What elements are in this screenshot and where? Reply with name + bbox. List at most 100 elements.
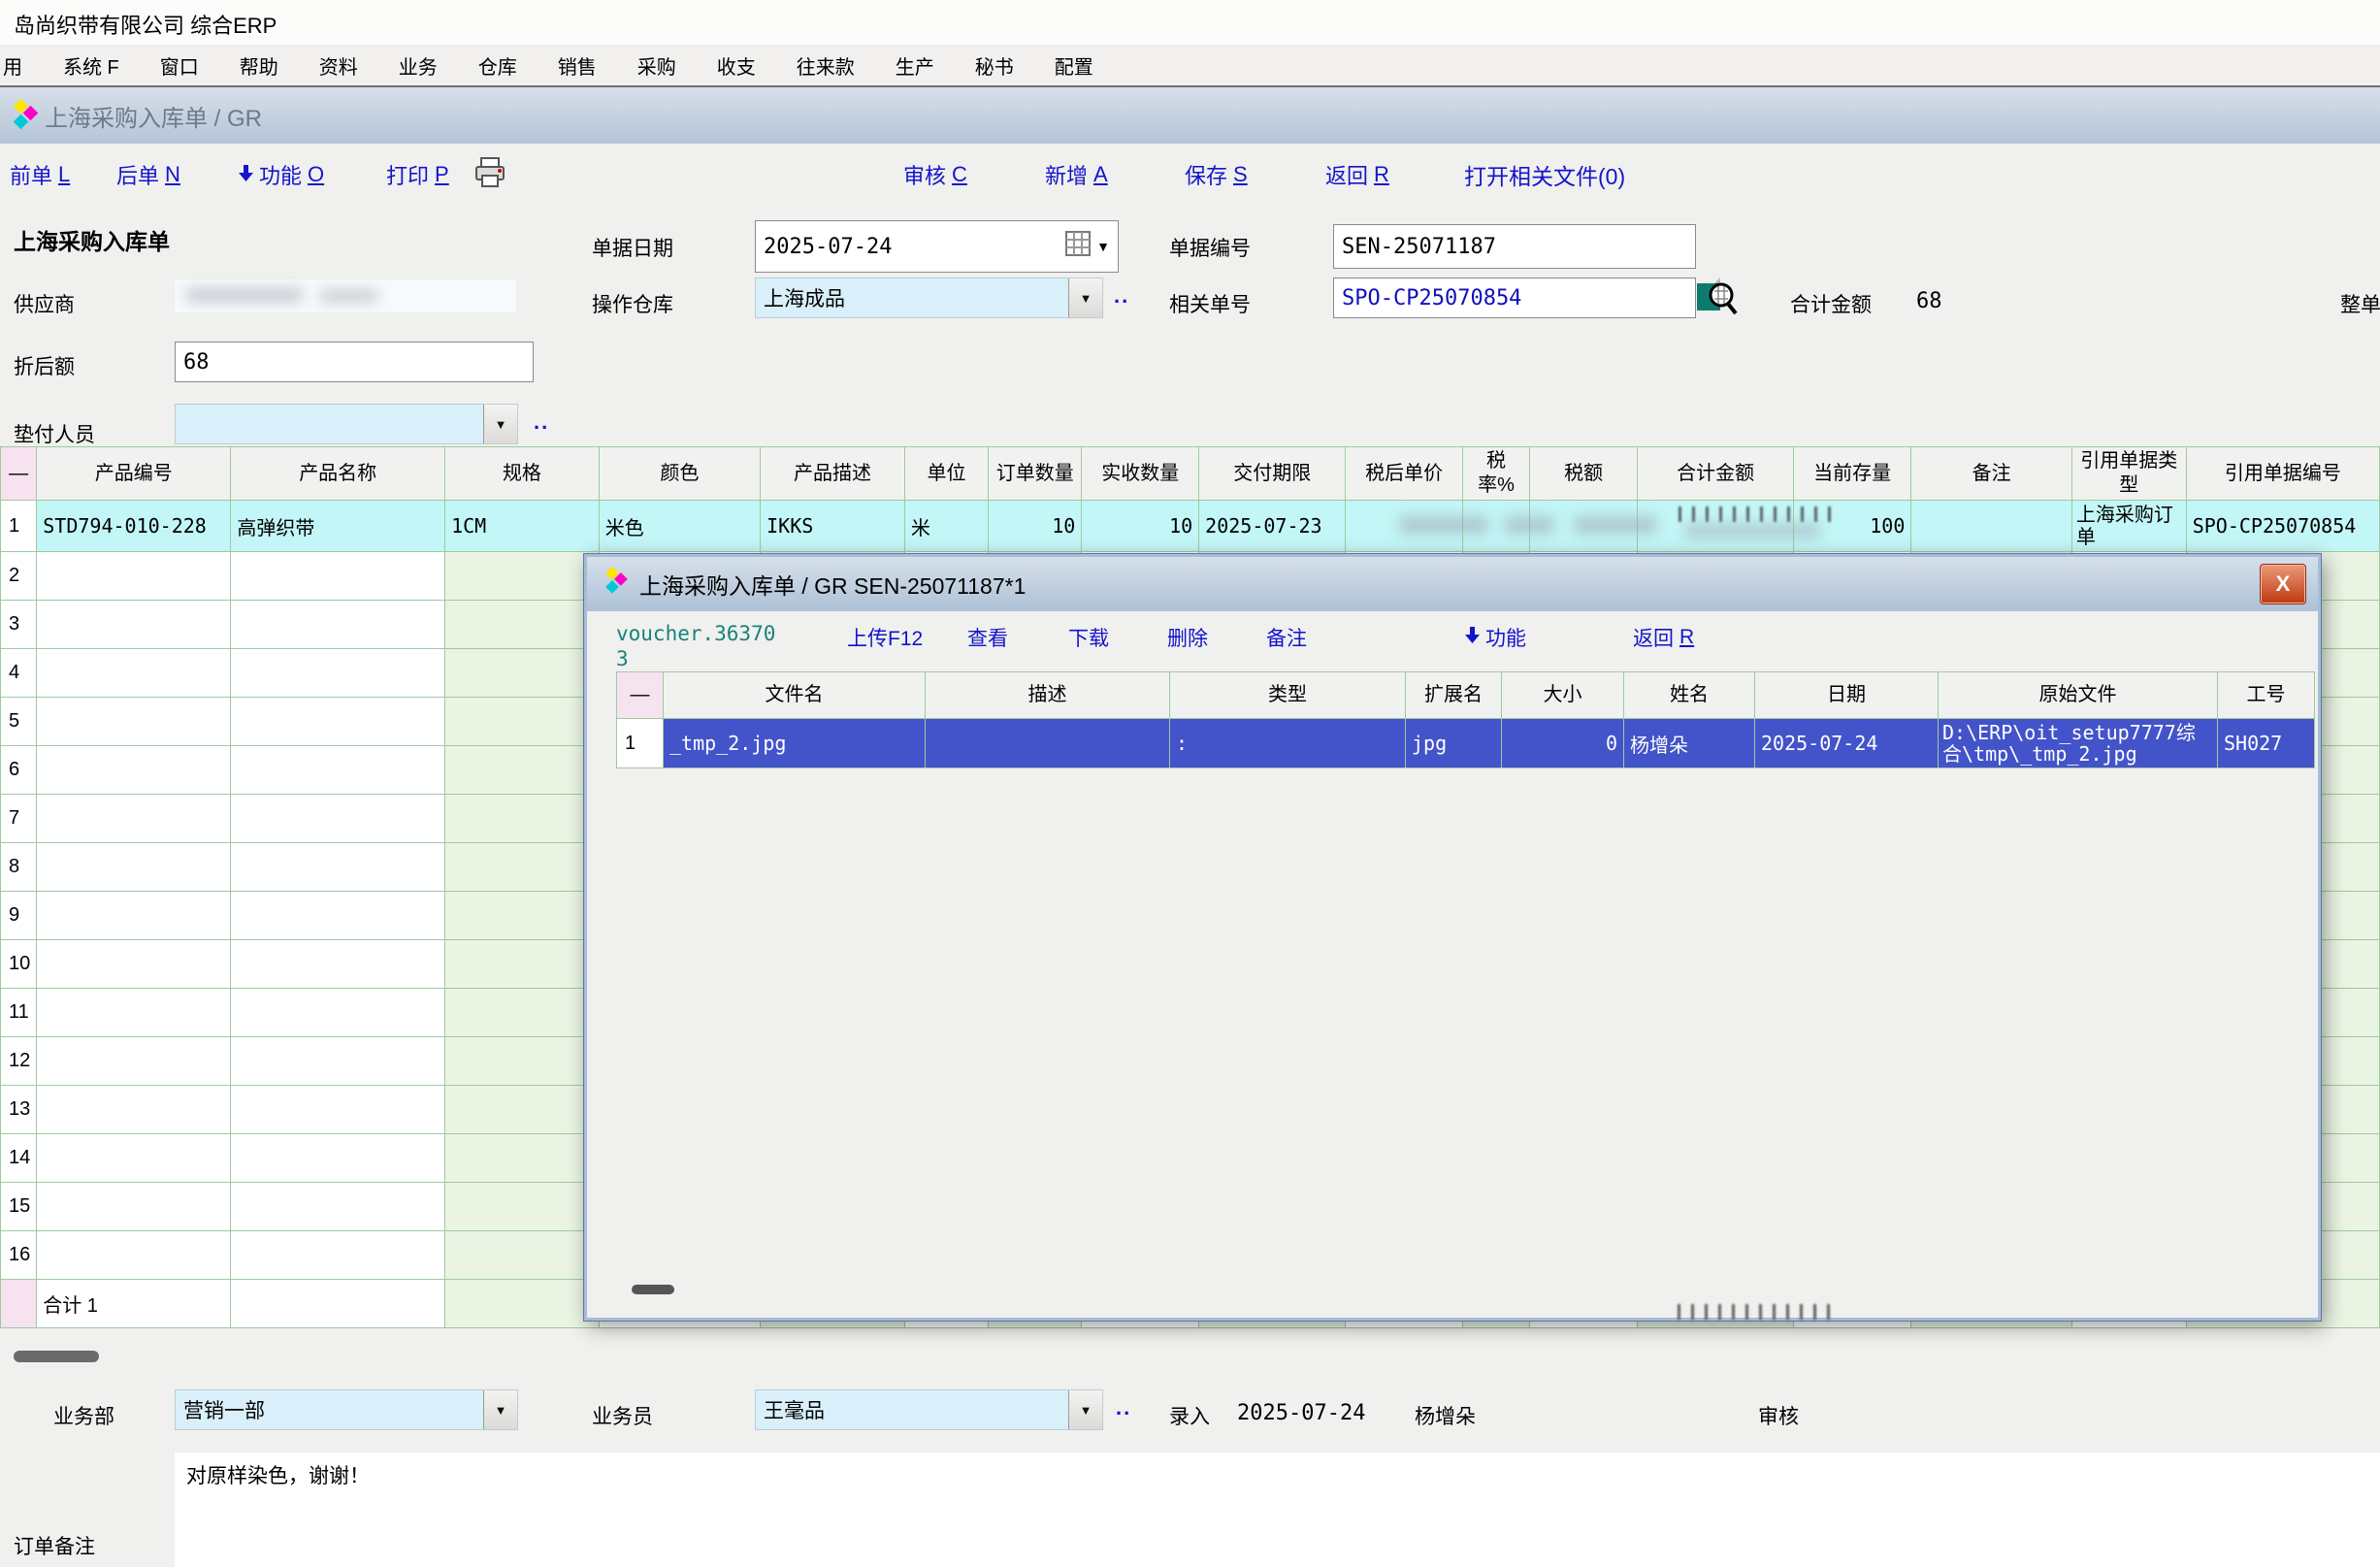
menu-item-6[interactable]: 业务 — [378, 51, 458, 80]
items-cell[interactable] — [37, 552, 231, 601]
attachments-cell[interactable]: D:\ERP\oit_setup7777综合\tmp\_tmp_2.jpg — [1939, 719, 2218, 768]
items-cell[interactable] — [37, 1037, 231, 1086]
items-cell[interactable] — [445, 795, 600, 843]
save-button[interactable]: 保存S — [1185, 159, 1248, 190]
attachments-cell[interactable]: _tmp_2.jpg — [664, 719, 926, 768]
menu-item-8[interactable]: 销售 — [538, 51, 617, 80]
attachments-cell[interactable] — [926, 719, 1170, 768]
grid-hscroll-thumb[interactable] — [14, 1351, 99, 1362]
items-cell[interactable]: SPO-CP25070854 — [2186, 501, 2379, 552]
salesperson-combo[interactable]: 王毫品 ▼ — [755, 1389, 1103, 1430]
row-number[interactable]: 14 — [1, 1134, 37, 1183]
open-related-files-button[interactable]: 打开相关文件(0) — [1464, 158, 1625, 191]
calendar-icon[interactable] — [1065, 231, 1091, 262]
attachments-cell[interactable]: SH027 — [2218, 719, 2315, 768]
view-button[interactable]: 查看 — [967, 623, 1008, 652]
items-cell[interactable]: 高弹织带 — [231, 501, 445, 552]
items-cell[interactable] — [231, 1231, 445, 1280]
warehouse-browse-button[interactable]: .. — [1114, 283, 1129, 309]
row-number[interactable]: 6 — [1, 746, 37, 795]
items-cell[interactable] — [37, 989, 231, 1037]
items-cell[interactable]: 10 — [1082, 501, 1199, 552]
menu-item-13[interactable]: 秘书 — [955, 51, 1034, 80]
items-cell[interactable] — [37, 940, 231, 989]
search-related-icon[interactable] — [1695, 276, 1738, 321]
row-number[interactable]: 16 — [1, 1231, 37, 1280]
row-number[interactable]: 5 — [1, 698, 37, 746]
supplier-value-redacted[interactable] — [175, 279, 516, 312]
row-number[interactable]: 12 — [1, 1037, 37, 1086]
items-cell[interactable] — [37, 795, 231, 843]
menu-item-7[interactable]: 仓库 — [458, 51, 538, 80]
items-cell[interactable] — [231, 746, 445, 795]
items-cell[interactable] — [445, 989, 600, 1037]
dialog-functions-button[interactable]: 功能 — [1465, 623, 1526, 652]
remark-button[interactable]: 备注 — [1266, 623, 1307, 652]
items-cell[interactable] — [231, 601, 445, 649]
items-cell[interactable] — [231, 649, 445, 698]
discount-amount-field[interactable]: 68 — [175, 342, 534, 382]
menu-item-9[interactable]: 采购 — [617, 51, 697, 80]
doc-number-field[interactable]: SEN-25071187 — [1333, 224, 1696, 269]
items-cell[interactable] — [231, 1134, 445, 1183]
items-cell[interactable] — [231, 1183, 445, 1231]
salesperson-dropdown-button[interactable]: ▼ — [1068, 1390, 1102, 1429]
items-cell[interactable] — [37, 649, 231, 698]
items-cell[interactable]: 米色 — [599, 501, 760, 552]
advance-person-dropdown-button[interactable]: ▼ — [483, 405, 517, 443]
prev-doc-button[interactable]: 前单L — [10, 159, 70, 190]
items-cell[interactable] — [445, 552, 600, 601]
attachments-cell[interactable]: jpg — [1406, 719, 1502, 768]
order-remark-field[interactable]: 对原样染色，谢谢！ — [175, 1453, 2380, 1567]
items-cell[interactable]: 1CM — [445, 501, 600, 552]
salesperson-browse-button[interactable]: .. — [1116, 1395, 1131, 1420]
items-cell[interactable] — [231, 552, 445, 601]
items-cell[interactable] — [37, 1183, 231, 1231]
items-cell[interactable] — [37, 892, 231, 940]
dialog-back-button[interactable]: 返回R — [1633, 623, 1694, 652]
dept-combo[interactable]: 营销一部 ▼ — [175, 1389, 518, 1430]
items-cell[interactable] — [231, 940, 445, 989]
audit-button[interactable]: 审核C — [903, 159, 967, 190]
items-cell[interactable] — [1911, 501, 2072, 552]
warehouse-dropdown-button[interactable]: ▼ — [1068, 278, 1102, 317]
menu-item-10[interactable]: 收支 — [697, 51, 776, 80]
items-cell[interactable] — [445, 1037, 600, 1086]
items-cell[interactable]: 米 — [904, 501, 988, 552]
row-number[interactable]: 3 — [1, 601, 37, 649]
advance-person-browse-button[interactable]: .. — [534, 409, 549, 435]
items-cell[interactable] — [37, 1086, 231, 1134]
items-cell[interactable]: 10 — [989, 501, 1082, 552]
menu-item-14[interactable]: 配置 — [1034, 51, 1114, 80]
items-cell[interactable] — [445, 1134, 600, 1183]
printer-icon[interactable] — [473, 157, 506, 193]
menu-item-11[interactable]: 往来款 — [776, 51, 875, 80]
items-cell[interactable] — [445, 698, 600, 746]
next-doc-button[interactable]: 后单N — [116, 159, 180, 190]
warehouse-combo[interactable]: 上海成品 ▼ — [755, 277, 1103, 318]
items-cell[interactable] — [445, 1183, 600, 1231]
items-cell[interactable] — [231, 1086, 445, 1134]
items-cell[interactable] — [37, 1231, 231, 1280]
attachments-cell[interactable]: 0 — [1502, 719, 1624, 768]
menu-item-12[interactable]: 生产 — [875, 51, 955, 80]
download-button[interactable]: 下载 — [1068, 623, 1109, 652]
attachments-row-1[interactable]: 1_tmp_2.jpg:jpg0杨增朵2025-07-24D:\ERP\oit_… — [617, 719, 2315, 768]
upload-button[interactable]: 上传F12 — [847, 623, 923, 652]
items-cell[interactable]: 2025-07-23 — [1199, 501, 1346, 552]
row-number[interactable]: 1 — [1, 501, 37, 552]
items-cell[interactable] — [37, 601, 231, 649]
items-cell[interactable] — [231, 698, 445, 746]
items-cell[interactable] — [231, 892, 445, 940]
date-dropdown-arrow[interactable]: ▼ — [1096, 239, 1110, 254]
items-cell[interactable] — [37, 746, 231, 795]
menu-item-3[interactable]: 窗口 — [140, 51, 219, 80]
items-cell[interactable]: IKKS — [761, 501, 905, 552]
dept-dropdown-button[interactable]: ▼ — [483, 1390, 517, 1429]
print-button[interactable]: 打印P — [386, 159, 449, 190]
advance-person-combo[interactable]: ▼ — [175, 404, 518, 444]
items-cell[interactable] — [445, 746, 600, 795]
items-cell[interactable] — [37, 1134, 231, 1183]
delete-button[interactable]: 删除 — [1167, 623, 1208, 652]
items-cell[interactable] — [231, 843, 445, 892]
